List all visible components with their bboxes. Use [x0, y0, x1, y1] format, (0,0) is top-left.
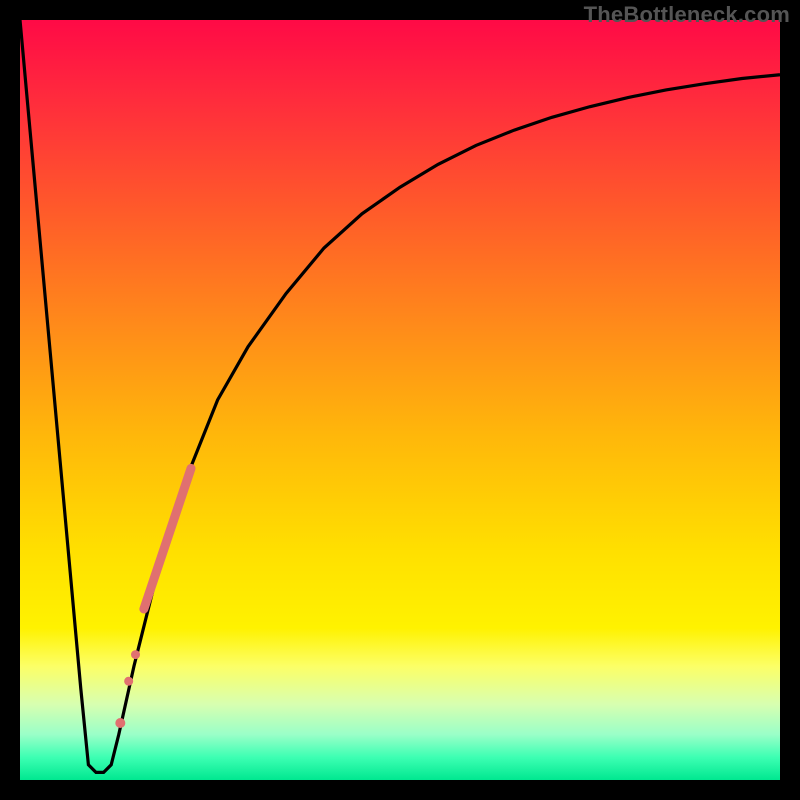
- bottleneck-curve: [20, 20, 780, 772]
- highlight-segment: [144, 468, 191, 609]
- marker-dot-3: [115, 718, 125, 728]
- marker-dot-1: [131, 650, 140, 659]
- curve-svg: [20, 20, 780, 780]
- plot-area: [20, 20, 780, 780]
- watermark-text: TheBottleneck.com: [584, 2, 790, 28]
- marker-dot-2: [124, 677, 133, 686]
- chart-frame: TheBottleneck.com: [0, 0, 800, 800]
